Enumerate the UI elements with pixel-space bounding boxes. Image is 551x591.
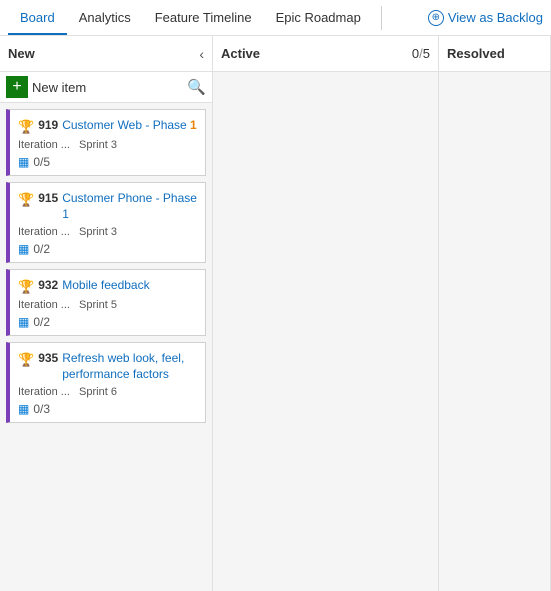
resolved-cards-area [439,72,550,591]
column-new: New ‹ + New item 🔍 🏆 919 Customer Web - … [0,36,213,591]
card-935-title: Refresh web look, feel, performance fact… [62,351,197,382]
column-active-count: 0/5 [412,46,430,61]
column-resolved-title: Resolved [447,46,542,61]
card-935-iteration: Iteration ... [18,386,70,398]
board-area: New ‹ + New item 🔍 🏆 919 Customer Web - … [0,36,551,591]
card-919-meta: Iteration ... Sprint 3 [18,139,197,151]
trophy-icon: 🏆 [18,119,34,135]
card-935-meta: Iteration ... Sprint 6 [18,386,197,398]
card-915-sprint: Sprint 3 [79,226,117,238]
card-915[interactable]: 🏆 915 Customer Phone - Phase 1 Iteration… [6,182,206,263]
card-932-iteration: Iteration ... [18,299,70,311]
task-icon: ▦ [18,242,29,256]
card-935-sprint: Sprint 6 [79,386,117,398]
card-915-title-row: 🏆 915 Customer Phone - Phase 1 [18,191,197,222]
tab-board[interactable]: Board [8,2,67,35]
nav-divider [381,6,382,30]
card-915-tasks: 0/2 [33,242,50,256]
card-932[interactable]: 🏆 932 Mobile feedback Iteration ... Spri… [6,269,206,336]
tab-feature-timeline[interactable]: Feature Timeline [143,2,264,35]
new-cards-area: 🏆 919 Customer Web - Phase 1 Iteration .… [0,103,212,591]
add-item-button[interactable]: + [6,76,28,98]
circle-arrow-icon: ⊕ [428,10,444,26]
card-915-id: 915 [38,191,58,205]
card-915-iteration: Iteration ... [18,226,70,238]
card-919-sprint: Sprint 3 [79,139,117,151]
column-new-title: New [8,46,195,61]
card-932-title: Mobile feedback [62,278,149,294]
trophy-icon: 🏆 [18,192,34,208]
view-as-backlog-label: View as Backlog [448,10,543,25]
card-935[interactable]: 🏆 935 Refresh web look, feel, performanc… [6,342,206,423]
card-919-tasks: 0/5 [33,155,50,169]
card-935-footer: ▦ 0/3 [18,402,197,416]
card-919-title: Customer Web - Phase 1 [62,118,197,134]
task-icon: ▦ [18,155,29,169]
new-item-label: New item [32,80,183,95]
task-icon: ▦ [18,315,29,329]
card-932-meta: Iteration ... Sprint 5 [18,299,197,311]
task-icon: ▦ [18,402,29,416]
trophy-icon: 🏆 [18,279,34,295]
card-932-footer: ▦ 0/2 [18,315,197,329]
card-935-tasks: 0/3 [33,402,50,416]
view-as-backlog-button[interactable]: ⊕ View as Backlog [428,10,543,26]
card-919-id: 919 [38,118,58,132]
card-932-tasks: 0/2 [33,315,50,329]
top-nav: Board Analytics Feature Timeline Epic Ro… [0,0,551,36]
search-icon[interactable]: 🔍 [187,78,206,96]
card-915-footer: ▦ 0/2 [18,242,197,256]
tab-analytics[interactable]: Analytics [67,2,143,35]
active-cards-area [213,72,438,591]
collapse-icon[interactable]: ‹ [199,46,204,62]
card-919-title-row: 🏆 919 Customer Web - Phase 1 [18,118,197,135]
card-919-footer: ▦ 0/5 [18,155,197,169]
column-resolved: Resolved [439,36,551,591]
column-new-header: New ‹ [0,36,212,72]
column-active-header: Active 0/5 [213,36,438,72]
card-915-meta: Iteration ... Sprint 3 [18,226,197,238]
card-919[interactable]: 🏆 919 Customer Web - Phase 1 Iteration .… [6,109,206,176]
column-active-title: Active [221,46,412,61]
card-935-title-row: 🏆 935 Refresh web look, feel, performanc… [18,351,197,382]
tab-epic-roadmap[interactable]: Epic Roadmap [264,2,373,35]
card-932-sprint: Sprint 5 [79,299,117,311]
card-915-title: Customer Phone - Phase 1 [62,191,197,222]
column-new-toolbar: + New item 🔍 [0,72,212,103]
card-932-title-row: 🏆 932 Mobile feedback [18,278,197,295]
card-932-id: 932 [38,278,58,292]
card-935-id: 935 [38,351,58,365]
card-919-iteration: Iteration ... [18,139,70,151]
trophy-icon: 🏆 [18,352,34,368]
column-active: Active 0/5 [213,36,439,591]
column-resolved-header: Resolved [439,36,550,72]
